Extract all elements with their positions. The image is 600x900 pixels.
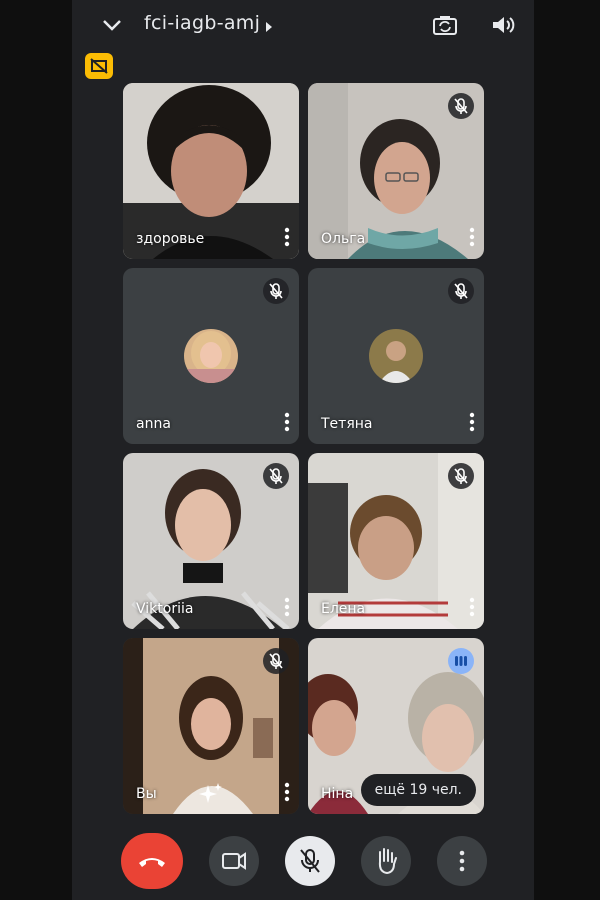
mic-off-icon [448, 463, 474, 489]
end-call-button[interactable] [121, 833, 183, 889]
mic-off-icon [263, 463, 289, 489]
participant-tile[interactable]: здоровье [123, 83, 299, 259]
participant-name: Тетяна [321, 416, 373, 432]
participant-name: Ольга [321, 231, 366, 247]
participant-name: Ніна [321, 786, 354, 802]
hand-icon [378, 848, 397, 875]
sparkle-effects-icon[interactable] [197, 780, 225, 808]
participant-tile[interactable]: Тетяна [308, 268, 484, 444]
avatar [369, 329, 423, 383]
microphone-button[interactable] [285, 836, 335, 886]
participant-name: Viktoriia [136, 601, 194, 617]
more-participants-chip[interactable]: ещё 19 чел. [360, 774, 476, 806]
participant-tile[interactable]: Viktoriia [123, 453, 299, 629]
participant-tile[interactable]: Ольга [308, 83, 484, 259]
mic-off-icon [448, 93, 474, 119]
call-controls [72, 833, 534, 892]
participant-tile[interactable]: Ніна ещё 19 чел. [308, 638, 484, 814]
top-bar: fci-iagb-amj [72, 0, 534, 50]
mic-off-icon [448, 278, 474, 304]
mic-off-icon [263, 648, 289, 674]
more-options-button[interactable] [437, 836, 487, 886]
switch-camera-icon[interactable] [430, 12, 460, 38]
camera-button[interactable] [209, 836, 259, 886]
camera-icon [222, 852, 246, 870]
speaker-icon[interactable] [488, 12, 518, 38]
caret-right-icon[interactable] [265, 18, 273, 37]
speaking-indicator-icon [448, 648, 474, 674]
participant-name: Елена [321, 601, 366, 617]
meeting-code[interactable]: fci-iagb-amj [144, 12, 260, 34]
participant-name: Вы [136, 786, 157, 802]
more-vert-icon[interactable] [283, 597, 291, 617]
participant-name: здоровье [136, 231, 205, 247]
participant-tile[interactable]: Вы [123, 638, 299, 814]
raise-hand-button[interactable] [361, 836, 411, 886]
more-vert-icon[interactable] [283, 227, 291, 247]
more-vert-icon[interactable] [468, 227, 476, 247]
more-vert-icon[interactable] [468, 412, 476, 432]
chevron-down-icon[interactable] [98, 12, 126, 38]
more-vert-icon[interactable] [283, 782, 291, 802]
avatar [184, 329, 238, 383]
participant-tile[interactable]: anna [123, 268, 299, 444]
mic-off-icon [263, 278, 289, 304]
phone-hangup-icon [139, 858, 165, 867]
more-vert-icon[interactable] [283, 412, 291, 432]
more-vert-icon [459, 850, 465, 872]
meet-screen: fci-iagb-amj здоровье Ольга anna Тетяна … [72, 0, 534, 900]
participant-tile[interactable]: Елена [308, 453, 484, 629]
mic-off-icon [300, 849, 320, 873]
participant-name: anna [136, 416, 171, 432]
recording-badge-icon [85, 53, 113, 79]
more-vert-icon[interactable] [468, 597, 476, 617]
